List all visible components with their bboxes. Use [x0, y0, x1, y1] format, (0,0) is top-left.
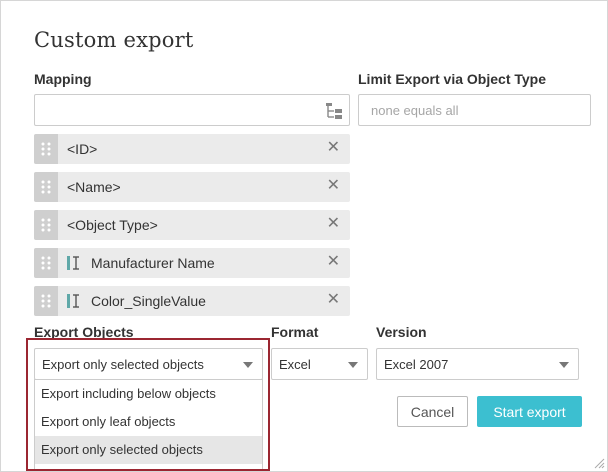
custom-export-dialog: Custom export Mapping Limit Export via O…	[0, 0, 608, 472]
attribute-icon	[67, 256, 79, 270]
mapping-input[interactable]	[34, 94, 350, 126]
remove-icon[interactable]: ✕	[327, 253, 340, 271]
mapping-item[interactable]: <Object Type> ✕	[34, 210, 350, 240]
remove-icon[interactable]: ✕	[327, 291, 340, 309]
limit-export-label: Limit Export via Object Type	[358, 71, 547, 87]
resize-grip-icon[interactable]	[593, 457, 605, 469]
mapping-item-label: <Object Type>	[67, 217, 158, 233]
mapping-item-label: Manufacturer Name	[91, 255, 215, 271]
mapping-item[interactable]: <Name> ✕	[34, 172, 350, 202]
dropdown-option[interactable]: Export only selected objects	[35, 436, 262, 464]
format-value: Excel	[279, 357, 311, 372]
attribute-icon	[67, 294, 79, 308]
export-objects-select[interactable]: Export only selected objects	[34, 348, 263, 380]
mapping-item[interactable]: Color_SingleValue ✕	[34, 286, 350, 316]
remove-icon[interactable]: ✕	[327, 215, 340, 233]
dropdown-option[interactable]: Export including below objects	[35, 380, 262, 408]
chevron-down-icon	[559, 362, 569, 368]
drag-handle-icon[interactable]	[34, 172, 58, 202]
format-label: Format	[271, 324, 319, 340]
start-export-button[interactable]: Start export	[477, 396, 582, 427]
limit-object-type-input[interactable]	[358, 94, 591, 126]
export-objects-value: Export only selected objects	[42, 357, 204, 372]
version-label: Version	[376, 324, 427, 340]
drag-handle-icon[interactable]	[34, 134, 58, 164]
cancel-button[interactable]: Cancel	[397, 396, 468, 427]
remove-icon[interactable]: ✕	[327, 139, 340, 157]
format-select[interactable]: Excel	[271, 348, 368, 380]
chevron-down-icon	[348, 362, 358, 368]
mapping-item-label: <Name>	[67, 179, 121, 195]
mapping-label: Mapping	[34, 71, 92, 87]
drag-handle-icon[interactable]	[34, 210, 58, 240]
chevron-down-icon	[243, 362, 253, 368]
drag-handle-icon[interactable]	[34, 286, 58, 316]
remove-icon[interactable]: ✕	[327, 177, 340, 195]
export-objects-dropdown: Export including below objects Export on…	[34, 379, 263, 470]
dialog-title: Custom export	[34, 28, 194, 52]
dropdown-option[interactable]: Export only leaf objects	[35, 408, 262, 436]
version-value: Excel 2007	[384, 357, 449, 372]
version-select[interactable]: Excel 2007	[376, 348, 579, 380]
tree-structure-icon[interactable]	[325, 102, 343, 120]
export-objects-label: Export Objects	[34, 324, 134, 340]
mapping-item[interactable]: Manufacturer Name ✕	[34, 248, 350, 278]
mapping-item-label: <ID>	[67, 141, 98, 157]
mapping-item-label: Color_SingleValue	[91, 293, 206, 309]
mapping-item[interactable]: <ID> ✕	[34, 134, 350, 164]
drag-handle-icon[interactable]	[34, 248, 58, 278]
